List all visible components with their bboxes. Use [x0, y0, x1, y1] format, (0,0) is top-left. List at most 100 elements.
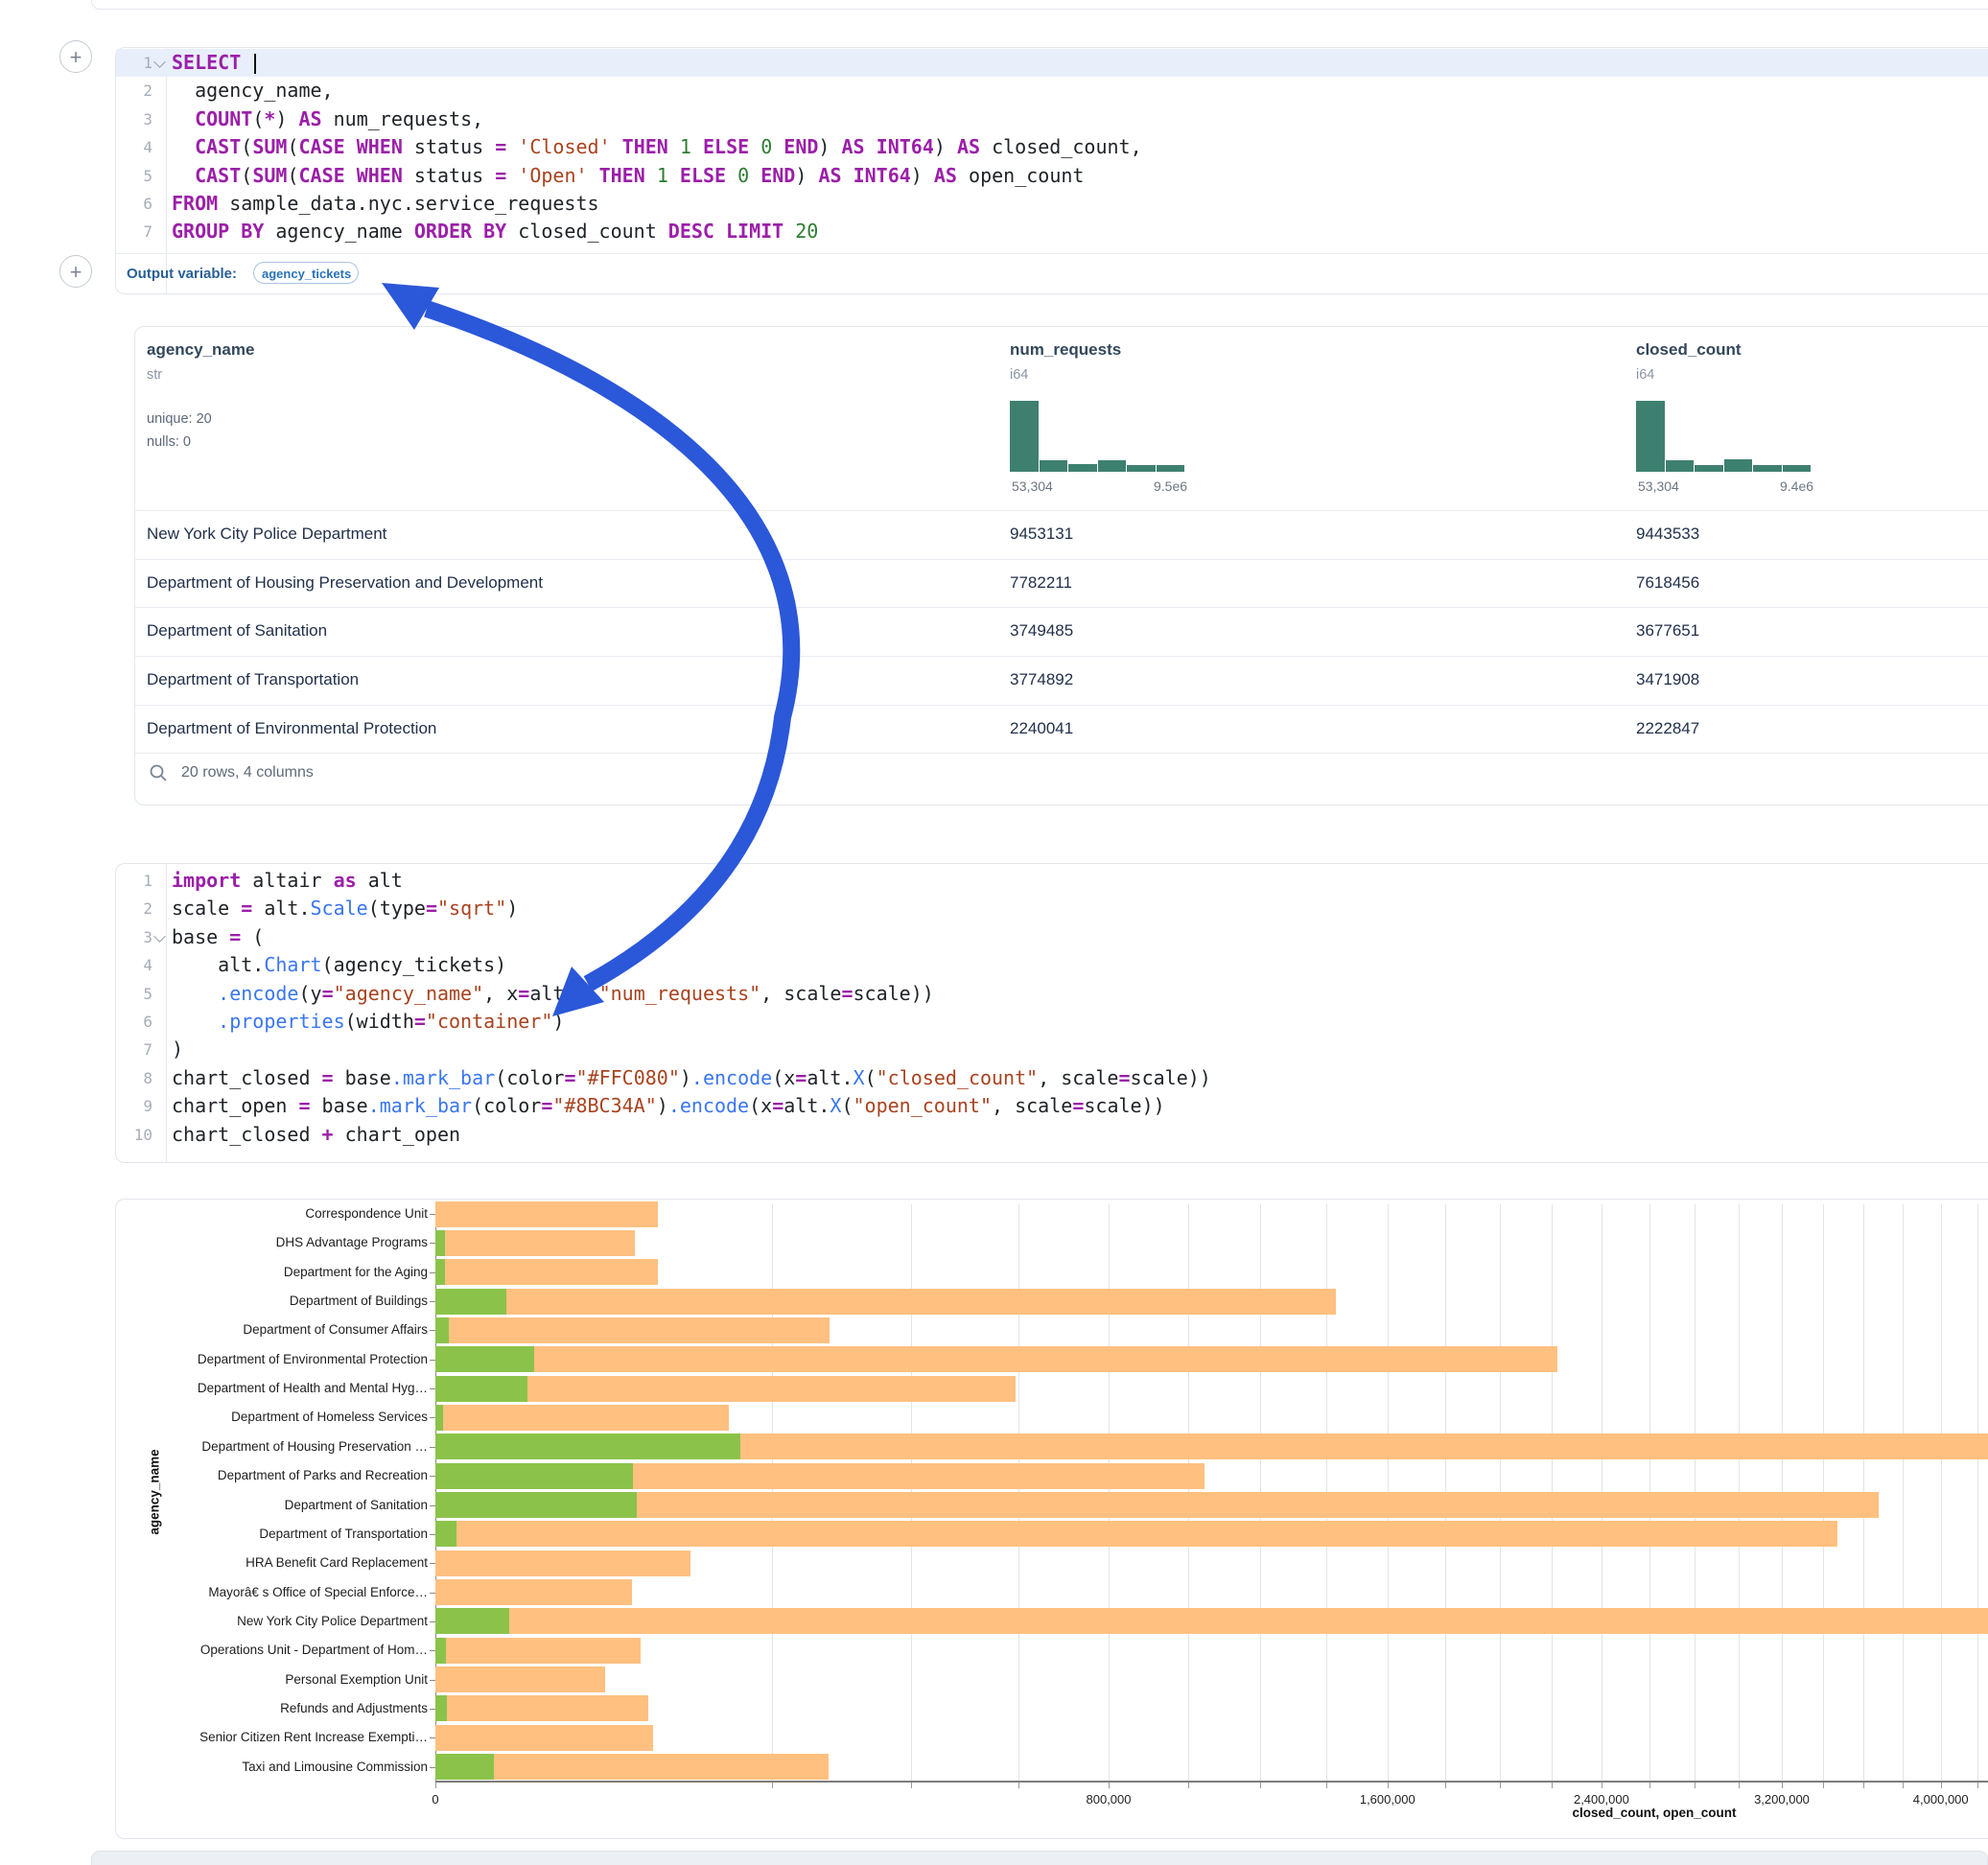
python-code-editor[interactable]: 1import altair as alt2scale = alt.Scale(… — [116, 867, 1988, 1149]
chart-bar-open — [435, 1405, 443, 1431]
gridline — [1941, 1204, 1942, 1781]
chart-bar-closed — [435, 1346, 1557, 1372]
code-line[interactable]: 7) — [116, 1036, 1988, 1063]
y-axis-label: Department of Health and Mental Hyg… — [121, 1381, 428, 1395]
x-axis-tick — [1863, 1783, 1864, 1788]
column-header-closed-count[interactable]: closed_count — [1636, 340, 1742, 360]
histogram-bar — [1695, 465, 1723, 472]
code-line[interactable]: 4 CAST(SUM(CASE WHEN status = 'Closed' T… — [116, 133, 1988, 161]
histogram-bar — [1636, 401, 1665, 472]
line-number: 3 — [116, 105, 152, 133]
code-line[interactable]: 2scale = alt.Scale(type="sqrt") — [116, 895, 1988, 922]
x-axis-tick-label: 4,000,000 — [1913, 1792, 1969, 1807]
y-axis-label: DHS Advantage Programs — [121, 1235, 428, 1249]
chart-bar-closed — [435, 1725, 653, 1751]
table-cell: 9453131 — [1010, 525, 1073, 544]
y-axis-label: HRA Benefit Card Replacement — [121, 1555, 428, 1570]
histogram-bar — [1724, 459, 1753, 472]
y-axis-label: Correspondence Unit — [121, 1206, 428, 1221]
chart-bar-closed — [435, 1579, 632, 1605]
x-axis-tick — [1782, 1783, 1783, 1788]
column-header-agency-name[interactable]: agency_name — [147, 340, 254, 360]
x-axis-tick — [1649, 1783, 1650, 1788]
code-line[interactable]: 4 alt.Chart(agency_tickets) — [116, 951, 1988, 979]
x-axis-tick — [1695, 1783, 1696, 1788]
chart-bar-open — [435, 1638, 446, 1664]
histogram-bar — [1068, 464, 1097, 472]
y-axis-label: Department of Parks and Recreation — [121, 1468, 428, 1482]
line-number: 4 — [116, 951, 152, 979]
x-axis-tick — [1739, 1783, 1740, 1788]
y-axis-label: Department of Buildings — [121, 1294, 428, 1308]
column-type-closed-count: i64 — [1636, 367, 1654, 383]
x-axis-tick — [1941, 1783, 1942, 1788]
table-cell: 3774892 — [1010, 670, 1073, 689]
code-line[interactable]: 6 .properties(width="container") — [116, 1008, 1988, 1036]
y-axis-label: Refunds and Adjustments — [121, 1701, 428, 1715]
code-line[interactable]: 5 CAST(SUM(CASE WHEN status = 'Open' THE… — [116, 162, 1988, 190]
x-axis-tick-label: 800,000 — [1087, 1792, 1132, 1807]
code-line[interactable]: 1SELECT — [116, 49, 1988, 77]
histogram-max-label: 9.4e6 — [1780, 478, 1813, 494]
table-row: Department of Housing Preservation and D… — [135, 560, 1988, 609]
output-variable-bar: Output variable: agency_tickets — [116, 253, 1988, 295]
code-line[interactable]: 7GROUP BY agency_name ORDER BY closed_co… — [116, 218, 1988, 245]
line-number: 4 — [116, 133, 152, 161]
chart-bar-open — [435, 1754, 494, 1780]
code-line[interactable]: 3 COUNT(*) AS num_requests, — [116, 105, 1988, 133]
line-number: 6 — [116, 190, 152, 218]
x-axis-title: closed_count, open_count — [1572, 1806, 1736, 1820]
histogram-bar — [1666, 460, 1695, 472]
x-axis-tick — [1552, 1783, 1553, 1788]
histogram-bar — [1783, 465, 1812, 472]
table-cell: Department of Transportation — [147, 670, 359, 689]
y-axis-label: Mayorâ€ s Office of Special Enforce… — [121, 1585, 428, 1599]
x-axis-tick — [1188, 1783, 1189, 1788]
collapse-chevron-icon[interactable] — [153, 56, 166, 68]
table-cell: 2222847 — [1636, 719, 1699, 738]
x-axis-tick — [1018, 1783, 1019, 1788]
chart-bar-closed — [435, 1754, 829, 1780]
y-axis-label: Taxi and Limousine Commission — [121, 1760, 428, 1774]
column-type-agency-name: str — [147, 367, 162, 383]
table-body: New York City Police Department945313194… — [135, 510, 1988, 754]
line-number: 3 — [116, 923, 152, 951]
table-cell: 7782211 — [1010, 573, 1072, 593]
code-line[interactable]: 6FROM sample_data.nyc.service_requests — [116, 190, 1988, 218]
code-line[interactable]: 3base = ( — [116, 923, 1988, 951]
closed-count-histogram — [1636, 401, 1811, 472]
code-line[interactable]: 1import altair as alt — [116, 867, 1988, 895]
table-footer: 20 rows, 4 columns — [149, 763, 314, 782]
x-axis-tick-label: 1,600,000 — [1360, 1792, 1415, 1807]
y-axis-label: Senior Citizen Rent Increase Exempti… — [121, 1730, 428, 1744]
chart-bar-closed — [435, 1230, 635, 1256]
table-cell: 3677651 — [1636, 621, 1699, 641]
histogram-bar — [1098, 460, 1127, 472]
chart-bar-closed — [435, 1667, 605, 1692]
y-axis-label: Department of Consumer Affairs — [121, 1322, 428, 1337]
table-row: Department of Transportation377489234719… — [135, 657, 1988, 706]
code-line[interactable]: 10chart_closed + chart_open — [116, 1121, 1988, 1149]
output-variable-pill[interactable]: agency_tickets — [253, 262, 359, 284]
y-axis-label: Operations Unit - Department of Hom… — [121, 1643, 428, 1657]
code-line[interactable]: 9chart_open = base.mark_bar(color="#8BC3… — [116, 1092, 1988, 1120]
code-line[interactable]: 5 .encode(y="agency_name", x=alt.X("num_… — [116, 980, 1988, 1008]
x-axis-tick — [1977, 1783, 1978, 1788]
sql-code-editor[interactable]: 1SELECT 2 agency_name,3 COUNT(*) AS num_… — [116, 49, 1988, 246]
column-header-num-requests[interactable]: num_requests — [1010, 340, 1121, 360]
line-number: 7 — [116, 1036, 152, 1063]
search-icon[interactable] — [149, 763, 168, 782]
histogram-bar — [1157, 465, 1185, 472]
line-number: 2 — [116, 77, 152, 105]
code-line[interactable]: 8chart_closed = base.mark_bar(color="#FF… — [116, 1064, 1988, 1092]
x-axis-tick — [1823, 1783, 1824, 1788]
add-cell-button-output[interactable]: + — [59, 255, 92, 288]
line-number: 6 — [116, 1008, 152, 1036]
add-cell-button-top[interactable]: + — [59, 40, 92, 73]
collapse-chevron-icon[interactable] — [153, 930, 166, 943]
x-axis-tick — [1500, 1783, 1501, 1788]
histogram-bar — [1753, 465, 1782, 472]
result-table: agency_name str unique: 20 nulls: 0 num_… — [134, 326, 1988, 805]
code-line[interactable]: 2 agency_name, — [116, 77, 1988, 105]
chart-bar-closed — [435, 1289, 1336, 1315]
